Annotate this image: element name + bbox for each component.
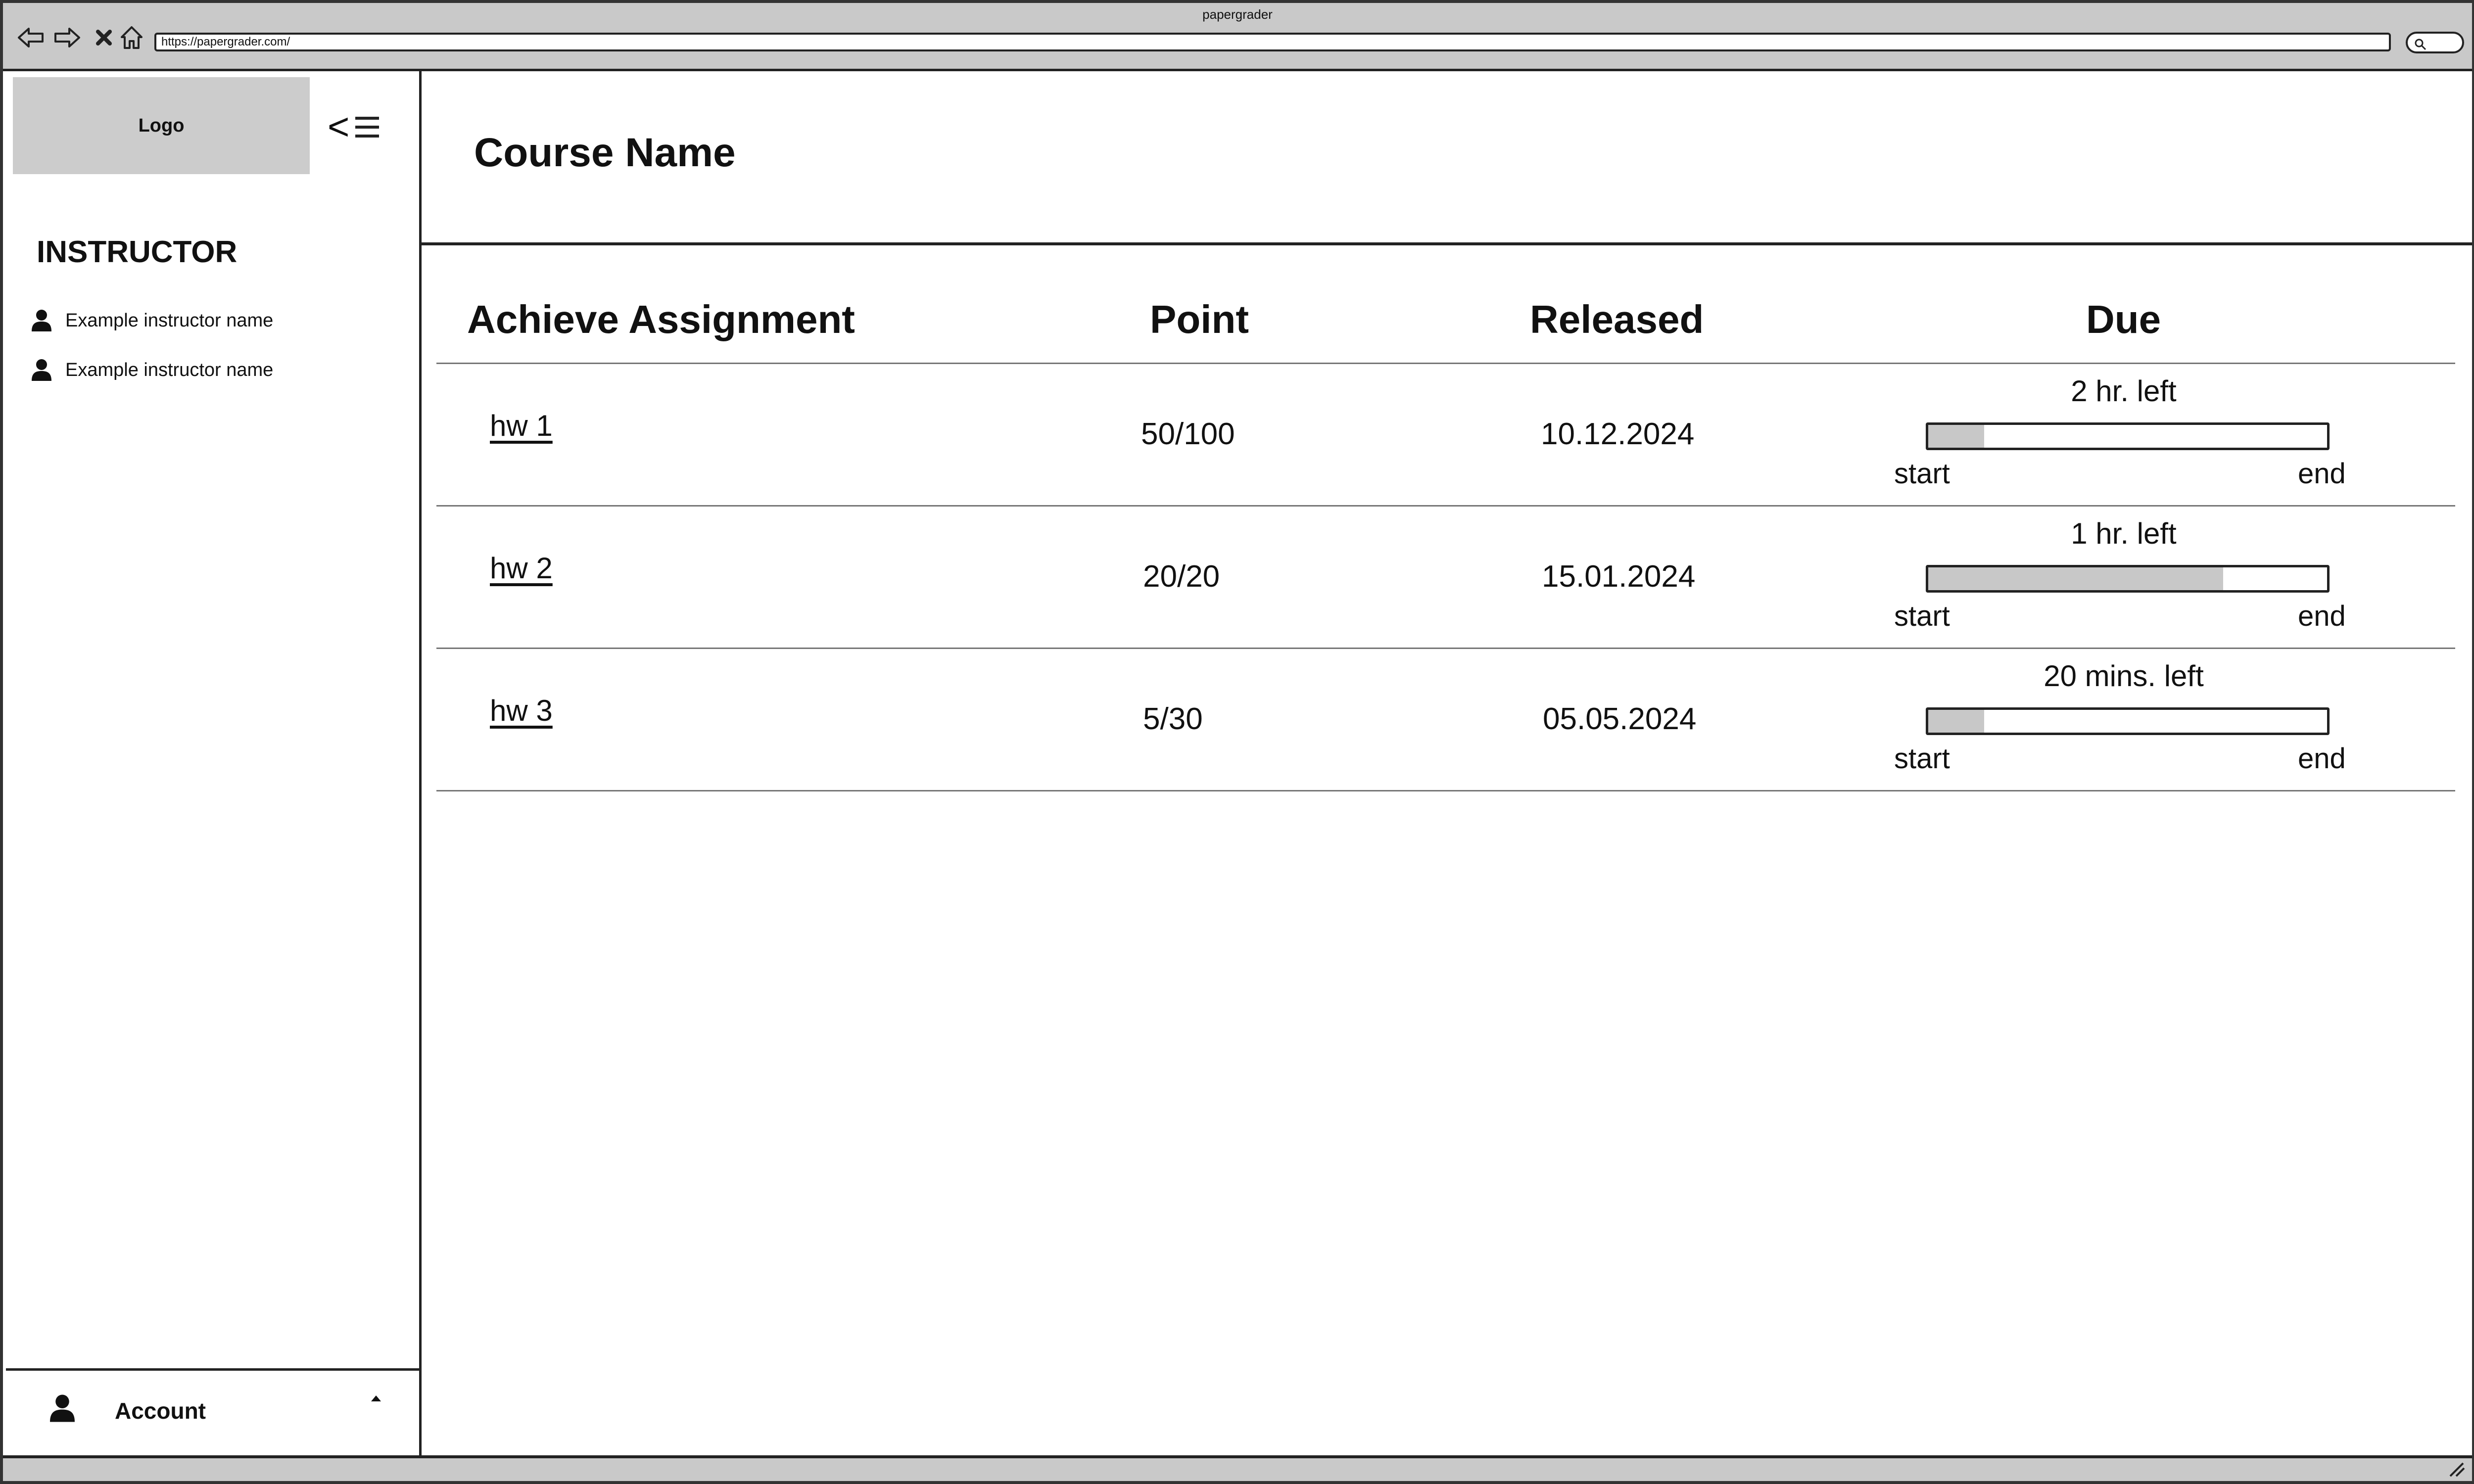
search-icon — [2415, 39, 2426, 50]
assignment-link[interactable]: hw 3 — [490, 694, 553, 728]
sidebar: Logo < INSTRUCTOR Example instructor nam… — [6, 71, 422, 1461]
assignment-released-date: 15.01.2024 — [1542, 559, 1696, 594]
table-row: hw 3 5/30 05.05.2024 20 mins. left start… — [436, 649, 2455, 791]
progress-start-label: start — [1894, 600, 1950, 632]
column-header-point: Point — [1150, 297, 1249, 341]
column-header-due: Due — [2086, 297, 2161, 341]
table-row: hw 2 20/20 15.01.2024 1 hr. left start e… — [436, 507, 2455, 649]
account-button[interactable]: Account — [6, 1368, 419, 1457]
due-progress-bar — [1926, 565, 2330, 593]
close-x-icon[interactable] — [88, 23, 120, 52]
due-progress-fill — [1928, 710, 1984, 733]
assignment-points: 5/30 — [1143, 702, 1203, 736]
browser-search-button[interactable] — [2406, 32, 2464, 53]
due-progress-fill — [1928, 425, 1984, 448]
column-header-assignment: Achieve Assignment — [467, 297, 855, 341]
browser-status-bar — [3, 1455, 2472, 1481]
caret-up-icon — [371, 1395, 381, 1401]
resize-grip-icon[interactable] — [2446, 1460, 2466, 1478]
assignment-link[interactable]: hw 2 — [490, 551, 553, 585]
instructor-name: Example instructor name — [65, 359, 274, 380]
sidebar-collapse-button[interactable]: < — [328, 106, 387, 148]
progress-end-label: end — [2298, 600, 2346, 632]
due-time-left: 20 mins. left — [2044, 659, 2204, 693]
person-icon — [50, 1394, 75, 1422]
table-row: hw 1 50/100 10.12.2024 2 hr. left start … — [436, 364, 2455, 507]
person-icon — [32, 359, 51, 381]
progress-end-label: end — [2298, 458, 2346, 490]
column-header-released: Released — [1530, 297, 1704, 341]
due-progress-bar — [1926, 707, 2330, 735]
assignment-released-date: 10.12.2024 — [1541, 417, 1695, 451]
home-icon[interactable] — [116, 23, 147, 52]
due-progress-fill — [1928, 567, 2224, 590]
person-icon — [32, 310, 51, 331]
forward-arrow-icon[interactable] — [51, 23, 83, 52]
chevron-left-icon: < — [328, 106, 350, 148]
instructor-name: Example instructor name — [65, 310, 274, 331]
assignments-table-header: Achieve Assignment Point Released Due — [436, 290, 2455, 364]
back-arrow-icon[interactable] — [15, 23, 47, 52]
assignment-link[interactable]: hw 1 — [490, 409, 553, 443]
page-title: Course Name — [474, 130, 736, 175]
course-header: Course Name — [422, 71, 2472, 245]
hamburger-menu-icon — [355, 117, 380, 138]
instructor-item: Example instructor name — [31, 306, 273, 335]
browser-toolbar: papergrader https://papergrader.com/ — [3, 3, 2472, 71]
due-time-left: 1 hr. left — [2071, 517, 2177, 550]
assignment-points: 50/100 — [1141, 417, 1235, 451]
assignment-points: 20/20 — [1143, 559, 1220, 594]
url-bar[interactable]: https://papergrader.com/ — [154, 33, 2391, 51]
browser-window: papergrader https://papergrader.com/ Log… — [0, 0, 2474, 1484]
due-progress-bar — [1926, 422, 2330, 450]
window-title: papergrader — [1202, 7, 1273, 22]
progress-start-label: start — [1894, 742, 1950, 775]
instructor-heading: INSTRUCTOR — [37, 235, 238, 269]
account-label: Account — [115, 1398, 206, 1424]
due-time-left: 2 hr. left — [2071, 374, 2177, 408]
logo: Logo — [13, 77, 310, 174]
assignment-released-date: 05.05.2024 — [1543, 702, 1697, 736]
instructor-item: Example instructor name — [31, 355, 273, 385]
progress-end-label: end — [2298, 742, 2346, 775]
progress-start-label: start — [1894, 458, 1950, 490]
